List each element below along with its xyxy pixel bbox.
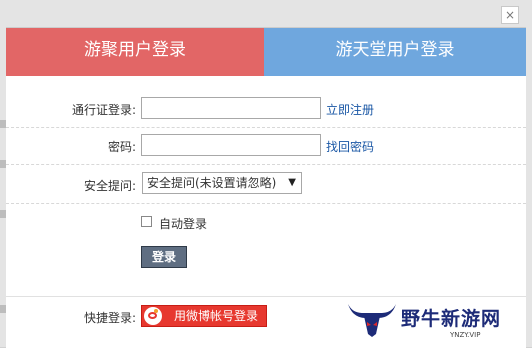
password-row: 密码: 找回密码 <box>6 128 526 165</box>
passport-label: 通行证登录: <box>71 103 136 117</box>
security-question-value: 安全提问(未设置请忽略) <box>147 176 277 190</box>
watermark-subtext: YNZY.VIP <box>450 331 481 339</box>
auto-login-label[interactable]: 自动登录 <box>159 215 207 232</box>
login-dialog: 游聚用户登录 游天堂用户登录 通行证登录: 立即注册 密码: 找回密码 安全提问… <box>6 27 526 348</box>
passport-input[interactable] <box>141 97 321 119</box>
register-link[interactable]: 立即注册 <box>326 101 374 118</box>
password-input[interactable] <box>141 134 321 156</box>
password-label: 密码: <box>107 140 136 154</box>
watermark-text: 野牛新游网 <box>401 308 502 330</box>
security-row: 安全提问: 安全提问(未设置请忽略) ▼ <box>6 167 526 204</box>
weibo-login-label: 用微博帐号登录 <box>174 309 259 323</box>
login-button[interactable]: 登录 <box>141 246 187 268</box>
close-icon: × <box>504 8 516 22</box>
chevron-down-icon: ▼ <box>288 177 296 188</box>
bull-logo-icon <box>348 304 396 337</box>
quick-login-label: 快捷登录: <box>83 311 136 325</box>
security-label: 安全提问: <box>83 179 136 193</box>
passport-row: 通行证登录: 立即注册 <box>6 91 526 128</box>
find-password-link[interactable]: 找回密码 <box>326 138 374 155</box>
security-question-select[interactable]: 安全提问(未设置请忽略) ▼ <box>142 172 302 194</box>
auto-login-checkbox[interactable] <box>141 216 152 227</box>
weibo-login-button[interactable]: 用微博帐号登录 <box>141 305 267 327</box>
tab-youju-login[interactable]: 游聚用户登录 <box>6 28 264 76</box>
close-button[interactable]: × <box>501 6 519 24</box>
weibo-icon <box>144 307 162 325</box>
tab-youtiantang-login[interactable]: 游天堂用户登录 <box>264 28 526 76</box>
login-tabs: 游聚用户登录 游天堂用户登录 <box>6 28 526 76</box>
